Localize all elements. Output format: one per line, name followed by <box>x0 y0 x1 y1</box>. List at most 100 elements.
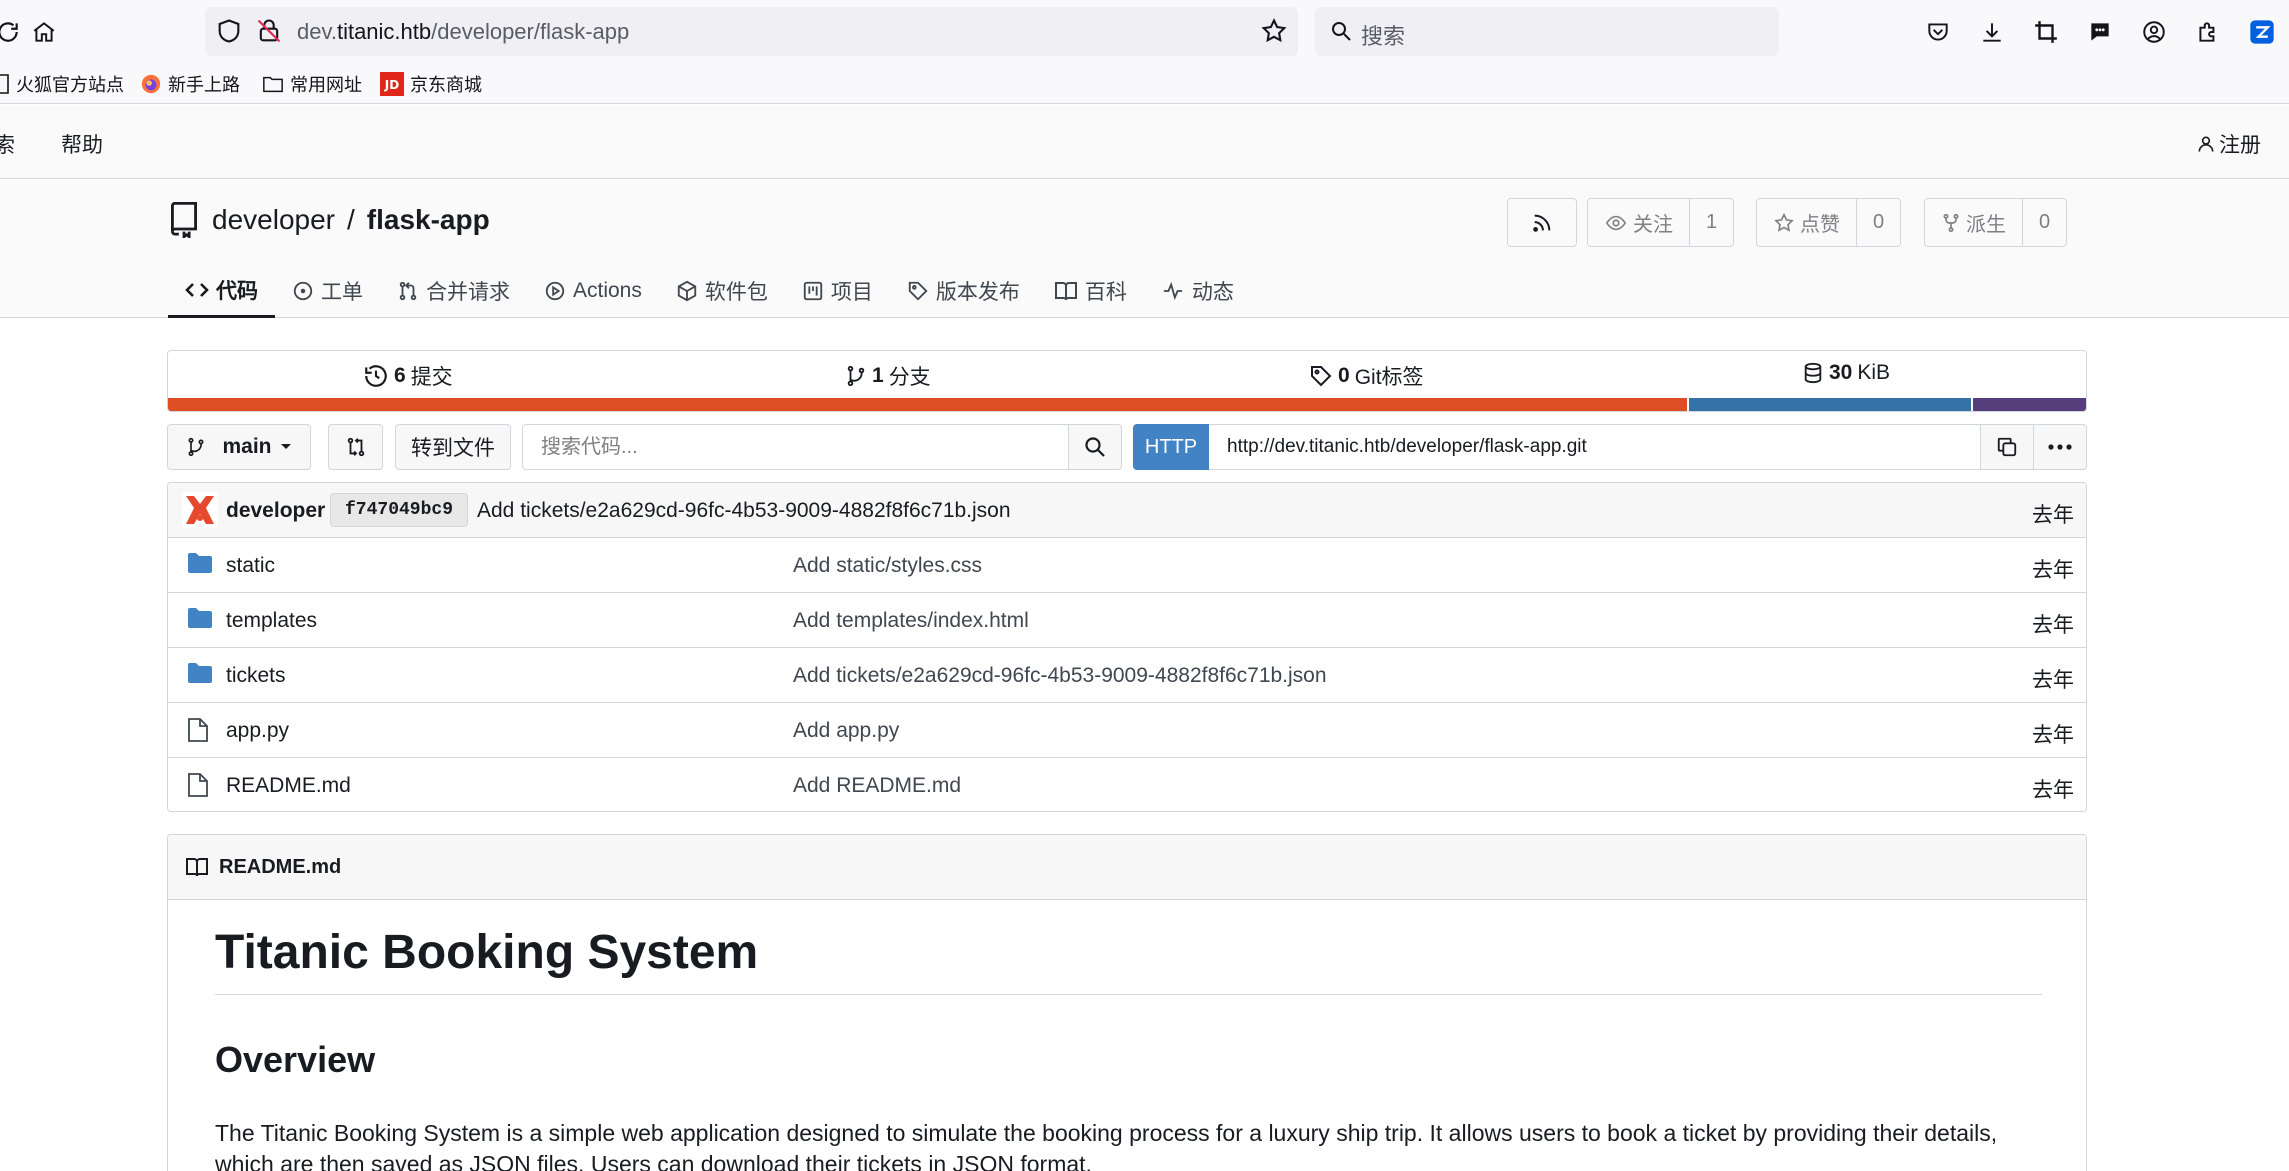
insecure-lock-icon[interactable] <box>255 17 283 45</box>
repo-name-link[interactable]: flask-app <box>367 204 490 236</box>
tab-projects[interactable]: 项目 <box>785 264 890 318</box>
file-icon <box>188 773 208 797</box>
bookmark-item[interactable]: JD 京东商城 <box>380 70 482 98</box>
browser-search-placeholder: 搜索 <box>1361 24 1406 49</box>
folder-icon <box>188 663 212 683</box>
rss-button[interactable] <box>1507 198 1577 247</box>
star-icon <box>1774 212 1794 232</box>
commit-message[interactable]: Add tickets/e2a629cd-96fc-4b53-9009-4882… <box>477 499 1011 523</box>
copy-icon <box>1997 437 2017 457</box>
file-row[interactable]: static Add static/styles.css 去年 <box>168 538 2086 593</box>
file-name[interactable]: app.py <box>226 719 289 743</box>
issue-icon <box>293 281 313 301</box>
home-button[interactable] <box>22 10 66 54</box>
file-row[interactable]: templates Add templates/index.html 去年 <box>168 593 2086 648</box>
bookmark-item[interactable]: 火狐官方站点 <box>0 70 124 98</box>
code-icon <box>185 282 209 297</box>
svg-text:JD: JD <box>384 78 399 92</box>
file-commit-message[interactable]: Add app.py <box>793 719 899 743</box>
code-search-button[interactable] <box>1068 424 1122 470</box>
download-icon[interactable] <box>1970 10 2014 54</box>
url-bar[interactable]: dev.titanic.htb/developer/flask-app <box>205 7 1298 56</box>
account-icon[interactable] <box>2132 10 2176 54</box>
file-list: developer f747049bc9 Add tickets/e2a629c… <box>167 482 2087 812</box>
compare-icon <box>347 437 364 457</box>
branch-selector[interactable]: main <box>167 424 311 470</box>
readme-header: README.md <box>168 835 2086 900</box>
file-commit-message[interactable]: Add static/styles.css <box>793 554 982 578</box>
history-icon <box>365 365 387 387</box>
book-icon <box>1054 282 1077 301</box>
tab-code[interactable]: 代码 <box>168 264 275 318</box>
file-age: 去年 <box>2032 669 2074 692</box>
tab-actions[interactable]: Actions <box>527 264 659 318</box>
tab-activity[interactable]: 动态 <box>1144 264 1251 318</box>
clone-url-input[interactable] <box>1209 424 1982 470</box>
tab-issues[interactable]: 工单 <box>275 264 380 318</box>
browser-search-bar[interactable]: 搜索 <box>1315 7 1779 56</box>
watch-button[interactable]: 关注 1 <box>1587 198 1735 247</box>
book-icon <box>186 858 208 877</box>
file-icon <box>188 718 208 742</box>
repo-owner-link[interactable]: developer <box>212 204 335 236</box>
chat-icon[interactable] <box>2078 10 2122 54</box>
nav-help[interactable]: 帮助 <box>61 129 103 159</box>
file-commit-message[interactable]: Add tickets/e2a629cd-96fc-4b53-9009-4882… <box>793 664 1327 688</box>
file-name[interactable]: tickets <box>226 664 286 688</box>
avatar[interactable] <box>182 492 218 528</box>
pulse-icon <box>1163 281 1183 301</box>
file-row[interactable]: app.py Add app.py 去年 <box>168 703 2086 758</box>
tab-releases[interactable]: 版本发布 <box>890 264 1037 318</box>
readme-section-heading: Overview <box>215 1039 376 1080</box>
site-navbar: 索 帮助 注册 <box>0 105 2289 179</box>
clone-more-button[interactable] <box>2033 424 2087 470</box>
register-link[interactable]: 注册 <box>2196 129 2261 159</box>
tab-packages[interactable]: 软件包 <box>659 264 785 318</box>
tags-stat[interactable]: 0 Git标签 <box>1309 361 1424 391</box>
shield-icon[interactable] <box>215 17 243 45</box>
extensions-icon[interactable] <box>2186 10 2230 54</box>
bookmark-item[interactable]: 新手上路 <box>140 70 240 98</box>
nav-explore[interactable]: 索 <box>0 129 15 159</box>
pocket-icon[interactable] <box>1916 10 1960 54</box>
file-commit-message[interactable]: Add README.md <box>793 774 961 798</box>
tab-pull-requests[interactable]: 合并请求 <box>380 264 527 318</box>
package-icon <box>677 280 697 302</box>
file-commit-message[interactable]: Add templates/index.html <box>793 609 1029 633</box>
pull-request-icon <box>399 281 417 301</box>
person-icon <box>2198 136 2214 152</box>
language-segment[interactable] <box>1970 398 2086 411</box>
compare-button[interactable] <box>328 424 383 470</box>
file-name[interactable]: README.md <box>226 774 351 798</box>
tag-icon <box>908 281 928 301</box>
branches-stat[interactable]: 1 分支 <box>845 361 931 391</box>
file-name[interactable]: templates <box>226 609 317 633</box>
file-row[interactable]: tickets Add tickets/e2a629cd-96fc-4b53-9… <box>168 648 2086 703</box>
bookmark-folder[interactable]: 常用网址 <box>262 70 362 98</box>
code-search-input[interactable] <box>522 424 1088 470</box>
language-segment[interactable] <box>1687 398 1971 411</box>
watch-count[interactable]: 1 <box>1689 199 1733 246</box>
star-button[interactable]: 点赞 0 <box>1756 198 1902 247</box>
commits-stat[interactable]: 6 提交 <box>363 361 453 391</box>
file-row[interactable]: README.md Add README.md 去年 <box>168 758 2086 811</box>
screenshot-crop-icon[interactable] <box>2024 10 2068 54</box>
file-name[interactable]: static <box>226 554 275 578</box>
fork-button[interactable]: 派生 0 <box>1924 198 2068 247</box>
bookmark-star-icon[interactable] <box>1260 17 1288 45</box>
commit-author[interactable]: developer <box>226 499 325 523</box>
commit-age: 去年 <box>2032 504 2074 527</box>
http-protocol-button[interactable]: HTTP <box>1133 424 1209 470</box>
language-bar[interactable] <box>168 398 2086 411</box>
language-segment[interactable] <box>168 398 1688 411</box>
commit-sha-badge[interactable]: f747049bc9 <box>330 493 469 527</box>
tab-wiki[interactable]: 百科 <box>1037 264 1144 318</box>
fork-count[interactable]: 0 <box>2022 199 2066 246</box>
star-count[interactable]: 0 <box>1856 199 1900 246</box>
readme-filename[interactable]: README.md <box>219 856 341 879</box>
repo-title: developer / flask-app <box>168 202 490 238</box>
url-text[interactable]: dev.titanic.htb/developer/flask-app <box>297 19 629 45</box>
copy-clone-url-button[interactable] <box>1980 424 2034 470</box>
app-menu-icon[interactable] <box>2240 10 2284 54</box>
goto-file-button[interactable]: 转到文件 <box>395 424 511 470</box>
